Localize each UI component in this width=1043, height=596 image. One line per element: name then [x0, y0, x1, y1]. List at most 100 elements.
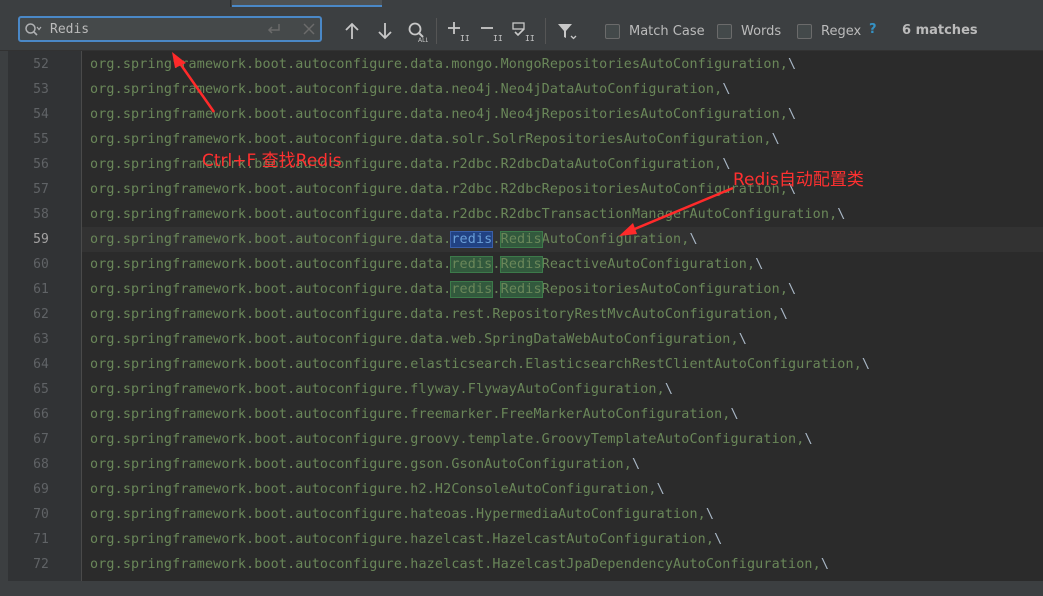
code-line-current[interactable]: org.springframework.boot.autoconfigure.d… [82, 227, 1043, 252]
line-number: 60 [33, 257, 49, 272]
editor-tab[interactable] [0, 0, 231, 7]
match-case-checkbox[interactable] [605, 23, 620, 39]
remove-occurrence-icon[interactable]: II [480, 20, 502, 42]
find-all-icon[interactable]: ALL [406, 20, 428, 42]
code-segment: org.springframework.boot.autoconfigure.h… [90, 557, 821, 572]
code-text: org.springframework.boot.autoconfigure.f… [90, 377, 673, 402]
code-line[interactable]: org.springframework.boot.autoconfigure.f… [82, 402, 1043, 427]
code-text: org.springframework.boot.autoconfigure.f… [90, 402, 739, 427]
code-segment: org.springframework.boot.autoconfigure.d… [90, 107, 789, 122]
line-number: 70 [33, 507, 49, 522]
code-line[interactable]: org.springframework.boot.autoconfigure.d… [82, 277, 1043, 302]
match-case-option[interactable]: Match Case [605, 21, 705, 41]
left-tool-strip [0, 51, 8, 581]
code-text: org.springframework.boot.autoconfigure.d… [90, 127, 780, 152]
clear-search-icon[interactable] [302, 21, 316, 37]
new-line-icon[interactable] [266, 21, 282, 37]
code-text: org.springframework.boot.autoconfigure.d… [90, 102, 796, 127]
toolbar-separator [436, 18, 437, 44]
code-line[interactable]: org.springframework.boot.autoconfigure.h… [82, 527, 1043, 552]
line-number: 69 [33, 482, 49, 497]
code-line[interactable]: org.springframework.boot.autoconfigure.g… [82, 427, 1043, 452]
regex-label: Regex [821, 23, 862, 39]
regex-option[interactable]: Regex [797, 21, 861, 41]
line-continuation: \ [722, 82, 731, 97]
editor-tab-active[interactable] [232, 0, 382, 7]
code-line[interactable]: org.springframework.boot.autoconfigure.d… [82, 302, 1043, 327]
line-number: 66 [33, 407, 49, 422]
line-number-gutter: 52 53 54 55 56 57 58 59 60 61 62 63 64 65 66 67 68 69 70 71… [8, 51, 82, 581]
code-line[interactable]: org.springframework.boot.autoconfigure.d… [82, 102, 1043, 127]
code-line[interactable]: org.springframework.boot.autoconfigure.h… [82, 552, 1043, 577]
code-line[interactable]: org.springframework.boot.autoconfigure.d… [82, 177, 1043, 202]
code-editor[interactable]: org.springframework.boot.autoconfigure.d… [82, 51, 1043, 581]
search-match: redis [450, 281, 494, 298]
arrow-down-icon[interactable] [374, 20, 396, 42]
code-line[interactable]: org.springframework.boot.autoconfigure.e… [82, 352, 1043, 377]
code-text: org.springframework.boot.autoconfigure.d… [90, 152, 731, 177]
code-line[interactable]: org.springframework.boot.autoconfigure.d… [82, 202, 1043, 227]
line-continuation: \ [837, 207, 846, 222]
line-continuation: \ [788, 57, 797, 72]
line-number: 65 [33, 382, 49, 397]
code-text: org.springframework.boot.autoconfigure.g… [90, 427, 813, 452]
line-continuation: \ [730, 407, 739, 422]
svg-text:ALL: ALL [418, 37, 428, 42]
code-segment: RepositoriesAutoConfiguration, [541, 282, 789, 297]
code-line[interactable]: org.springframework.boot.autoconfigure.d… [82, 52, 1043, 77]
arrow-up-icon[interactable] [341, 20, 363, 42]
code-segment: org.springframework.boot.autoconfigure.h… [90, 507, 706, 522]
code-segment: org.springframework.boot.autoconfigure.d… [90, 132, 772, 147]
code-text: org.springframework.boot.autoconfigure.d… [90, 327, 747, 352]
search-field[interactable] [18, 16, 322, 42]
line-continuation: \ [804, 432, 813, 447]
regex-help-link[interactable]: ? [869, 22, 877, 37]
code-segment: org.springframework.boot.autoconfigure.d… [90, 207, 838, 222]
code-text: org.springframework.boot.autoconfigure.d… [90, 302, 788, 327]
svg-text:II: II [525, 34, 534, 42]
svg-text:II: II [460, 34, 469, 42]
code-segment: ReactiveAutoConfiguration, [541, 257, 756, 272]
code-line[interactable]: org.springframework.boot.autoconfigure.d… [82, 77, 1043, 102]
words-checkbox[interactable] [717, 23, 732, 39]
code-line[interactable]: org.springframework.boot.autoconfigure.f… [82, 377, 1043, 402]
line-number: 68 [33, 457, 49, 472]
code-segment: org.springframework.boot.autoconfigure.d… [90, 232, 452, 247]
toolbar-separator [545, 18, 546, 44]
regex-checkbox[interactable] [797, 23, 812, 39]
code-segment: org.springframework.boot.autoconfigure.d… [90, 82, 723, 97]
line-number: 54 [33, 107, 49, 122]
line-number: 67 [33, 432, 49, 447]
line-number: 55 [33, 132, 49, 147]
code-line[interactable]: org.springframework.boot.autoconfigure.h… [82, 502, 1043, 527]
code-line[interactable]: org.springframework.boot.autoconfigure.d… [82, 252, 1043, 277]
redis-autoconfig-note: Redis自动配置类 [733, 170, 864, 190]
search-history-icon[interactable] [24, 22, 42, 38]
line-continuation: \ [788, 282, 797, 297]
code-segment: org.springframework.boot.autoconfigure.f… [90, 382, 665, 397]
code-segment: org.springframework.boot.autoconfigure.d… [90, 257, 452, 272]
code-line[interactable]: org.springframework.boot.autoconfigure.h… [82, 477, 1043, 502]
code-segment: org.springframework.boot.autoconfigure.d… [90, 307, 780, 322]
code-segment: org.springframework.boot.autoconfigure.d… [90, 182, 789, 197]
line-number: 53 [33, 82, 49, 97]
code-line[interactable]: org.springframework.boot.autoconfigure.d… [82, 327, 1043, 352]
line-continuation: \ [771, 132, 780, 147]
line-continuation: \ [656, 482, 665, 497]
find-shortcut-note: Ctrl+F 查找Redis [202, 151, 342, 171]
code-line[interactable]: org.springframework.boot.autoconfigure.g… [82, 452, 1043, 477]
line-number: 52 [33, 57, 49, 72]
add-occurrence-icon[interactable]: II [447, 20, 469, 42]
code-text: org.springframework.boot.autoconfigure.h… [90, 552, 829, 577]
words-option[interactable]: Words [717, 21, 781, 41]
code-text: org.springframework.boot.autoconfigure.h… [90, 527, 722, 552]
code-segment: AutoConfiguration, [541, 232, 690, 247]
line-continuation: \ [738, 332, 747, 347]
editor-tab-strip [0, 0, 1043, 7]
line-continuation: \ [705, 507, 715, 522]
filter-icon[interactable] [556, 20, 578, 42]
line-continuation: \ [755, 257, 764, 272]
code-segment: org.springframework.boot.autoconfigure.d… [90, 282, 452, 297]
select-all-occurrences-icon[interactable]: II [512, 20, 534, 42]
search-input[interactable] [50, 19, 260, 39]
